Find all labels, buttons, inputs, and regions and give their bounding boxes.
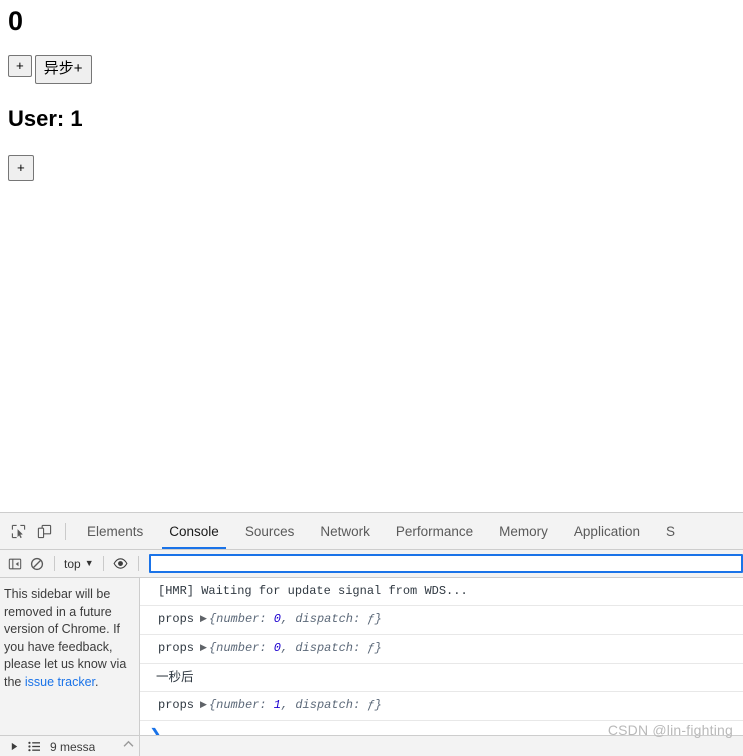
console-sidebar-toggle-icon [8, 557, 22, 571]
message-count-label: 9 messa [50, 739, 96, 754]
device-toolbar-icon [37, 524, 52, 539]
inspect-element-button[interactable] [5, 518, 31, 544]
console-filter-input[interactable] [148, 554, 743, 573]
webpage-viewport: 0 + 异步+ User: 1 + [0, 0, 743, 512]
object-separator: , [280, 612, 296, 626]
user-increment-button[interactable]: + [8, 155, 34, 181]
statusbar-right [140, 736, 743, 756]
object-value-dispatch: ƒ [367, 641, 375, 655]
object-separator: , [280, 698, 296, 712]
object-close-brace: } [374, 641, 382, 655]
message-list-icon [27, 741, 41, 752]
tab-network[interactable]: Network [307, 514, 383, 549]
console-body: This sidebar will be removed in a future… [0, 578, 743, 736]
inspect-element-icon [11, 524, 26, 539]
screenshot-root: 0 + 异步+ User: 1 + Elements Console Sourc… [0, 0, 743, 756]
message-list-button[interactable] [24, 738, 44, 756]
expand-sidebar-tree-button[interactable] [4, 738, 24, 756]
issue-tracker-link[interactable]: issue tracker [25, 675, 95, 689]
object-key-dispatch: dispatch: [295, 641, 368, 655]
async-increment-button[interactable]: 异步+ [34, 55, 92, 84]
disclosure-triangle-icon[interactable]: ▶ [200, 639, 207, 658]
object-key-number: number: [216, 612, 274, 626]
tab-security[interactable]: S [653, 514, 688, 549]
object-close-brace: } [374, 612, 382, 626]
increment-button[interactable]: + [8, 55, 32, 77]
tabbar-divider [65, 522, 66, 540]
collapse-arrow-icon [123, 740, 134, 748]
object-key-number: number: [216, 641, 274, 655]
clear-console-button[interactable] [26, 553, 48, 574]
console-message-label: props [158, 612, 195, 626]
object-close-brace: } [374, 698, 382, 712]
filterbar-divider-2 [102, 556, 104, 571]
tab-application[interactable]: Application [561, 514, 653, 549]
console-message-list[interactable]: [HMR] Waiting for update signal from WDS… [140, 578, 743, 736]
console-message-text: [HMR] Waiting for update signal from WDS… [158, 584, 468, 598]
collapse-drawer-button[interactable] [123, 740, 134, 748]
devtools-panel: Elements Console Sources Network Perform… [0, 512, 743, 756]
devtools-tabbar: Elements Console Sources Network Perform… [0, 513, 743, 550]
console-message-text: 一秒后 [156, 670, 194, 684]
object-value-dispatch: ƒ [367, 612, 375, 626]
sidebar-note-tail: . [95, 674, 99, 689]
device-toolbar-button[interactable] [31, 518, 57, 544]
console-input-row[interactable]: ❯ [140, 721, 743, 736]
filterbar-divider-3 [137, 556, 139, 571]
console-row[interactable]: props ▶ {number: 0, dispatch: ƒ} [140, 635, 743, 664]
object-value-number: 0 [273, 612, 281, 626]
execution-context-label: top [64, 556, 81, 571]
disclosure-triangle-icon[interactable]: ▶ [200, 610, 207, 629]
object-separator: , [280, 641, 296, 655]
console-row[interactable]: props ▶ {number: 0, dispatch: ƒ} [140, 606, 743, 635]
statusbar-left: 9 messa [0, 736, 140, 756]
chevron-down-icon: ▼ [84, 558, 94, 568]
sidebar-deprecation-note: This sidebar will be removed in a future… [4, 586, 133, 691]
console-row[interactable]: 一秒后 [140, 664, 743, 692]
console-message-label: props [158, 641, 195, 655]
object-key-number: number: [216, 698, 274, 712]
object-key-dispatch: dispatch: [295, 612, 368, 626]
filterbar-divider-1 [54, 556, 55, 571]
disclosure-triangle-icon[interactable]: ▶ [200, 696, 207, 715]
execution-context-selector[interactable]: top ▼ [61, 557, 97, 571]
counter-button-row: + 异步+ [8, 55, 92, 84]
object-value-number: 1 [273, 698, 281, 712]
console-statusbar: 9 messa [0, 735, 743, 756]
tab-console[interactable]: Console [156, 514, 232, 549]
user-heading: User: 1 [8, 106, 83, 131]
console-row[interactable]: props ▶ {number: 1, dispatch: ƒ} [140, 692, 743, 721]
tab-elements[interactable]: Elements [74, 514, 156, 549]
console-message-label: props [158, 698, 195, 712]
object-value-dispatch: ƒ [367, 698, 375, 712]
tab-performance[interactable]: Performance [383, 514, 486, 549]
object-key-dispatch: dispatch: [295, 698, 368, 712]
console-sidebar-toggle-button[interactable] [4, 553, 26, 574]
expand-arrow-icon [10, 742, 19, 751]
clear-console-icon [30, 557, 44, 571]
live-expression-eye-icon [113, 556, 128, 571]
console-sidebar: This sidebar will be removed in a future… [0, 578, 140, 736]
sidebar-note-text: This sidebar will be removed in a future… [4, 587, 127, 689]
live-expression-button[interactable] [110, 553, 132, 574]
user-button-row: + [8, 155, 34, 181]
console-filterbar: top ▼ [0, 550, 743, 578]
console-row[interactable]: [HMR] Waiting for update signal from WDS… [140, 578, 743, 606]
count-heading: 0 [8, 6, 24, 36]
tab-memory[interactable]: Memory [486, 514, 561, 549]
tab-sources[interactable]: Sources [232, 514, 308, 549]
object-value-number: 0 [273, 641, 281, 655]
